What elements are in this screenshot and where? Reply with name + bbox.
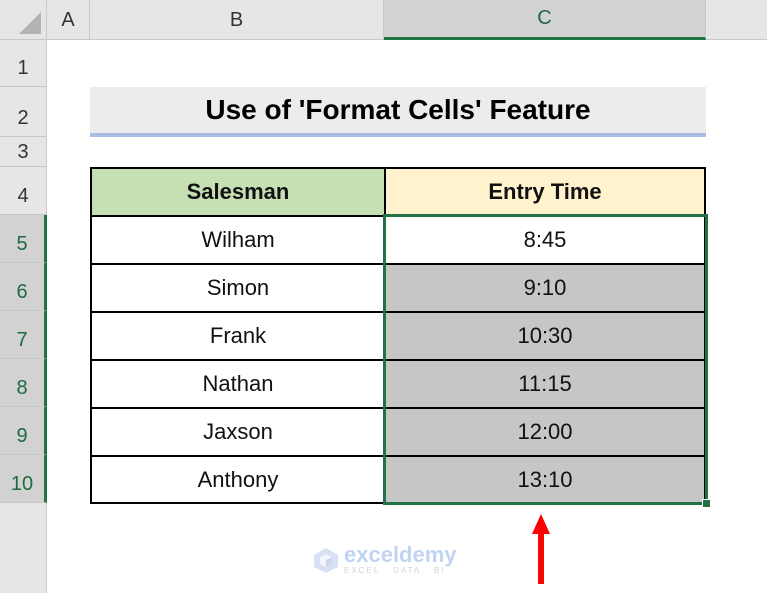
watermark-name: exceldemy xyxy=(344,542,457,567)
row-header-9[interactable]: 9 xyxy=(0,407,47,455)
select-all-button[interactable] xyxy=(0,0,47,40)
fill-handle[interactable] xyxy=(702,499,711,508)
row-header-10[interactable]: 10 xyxy=(0,455,47,503)
entry-time-cell[interactable]: 10:30 xyxy=(384,311,706,361)
column-header-c[interactable]: C xyxy=(384,0,706,40)
salesman-cell[interactable]: Wilham xyxy=(90,215,386,265)
row-header-8[interactable]: 8 xyxy=(0,359,47,407)
entry-time-cell[interactable]: 9:10 xyxy=(384,263,706,313)
column-header-a[interactable]: A xyxy=(47,0,90,40)
row-header-filler xyxy=(0,503,47,593)
up-arrow-icon xyxy=(532,514,550,584)
sheet-title[interactable]: Use of 'Format Cells' Feature xyxy=(90,87,706,137)
entry-time-cell[interactable]: 12:00 xyxy=(384,407,706,457)
salesman-cell[interactable]: Frank xyxy=(90,311,386,361)
watermark: exceldemy EXCEL · DATA · BI xyxy=(312,544,457,575)
salesman-cell[interactable]: Simon xyxy=(90,263,386,313)
exceldemy-logo-icon xyxy=(314,547,338,573)
salesman-cell[interactable]: Jaxson xyxy=(90,407,386,457)
entry-time-cell[interactable]: 13:10 xyxy=(384,455,706,504)
row-header-5[interactable]: 5 xyxy=(0,215,47,263)
row-header-4[interactable]: 4 xyxy=(0,167,47,215)
entry-time-cell[interactable]: 11:15 xyxy=(384,359,706,409)
watermark-tagline: EXCEL · DATA · BI xyxy=(344,566,446,575)
header-entry-time[interactable]: Entry Time xyxy=(384,167,706,217)
row-header-7[interactable]: 7 xyxy=(0,311,47,359)
salesman-cell[interactable]: Nathan xyxy=(90,359,386,409)
header-salesman[interactable]: Salesman xyxy=(90,167,386,217)
column-header-b[interactable]: B xyxy=(90,0,384,40)
row-header-1[interactable]: 1 xyxy=(0,40,47,87)
select-all-triangle-icon xyxy=(19,12,41,34)
row-header-2[interactable]: 2 xyxy=(0,87,47,137)
salesman-cell[interactable]: Anthony xyxy=(90,455,386,504)
row-header-3[interactable]: 3 xyxy=(0,137,47,167)
row-header-6[interactable]: 6 xyxy=(0,263,47,311)
entry-time-cell[interactable]: 8:45 xyxy=(384,215,706,265)
